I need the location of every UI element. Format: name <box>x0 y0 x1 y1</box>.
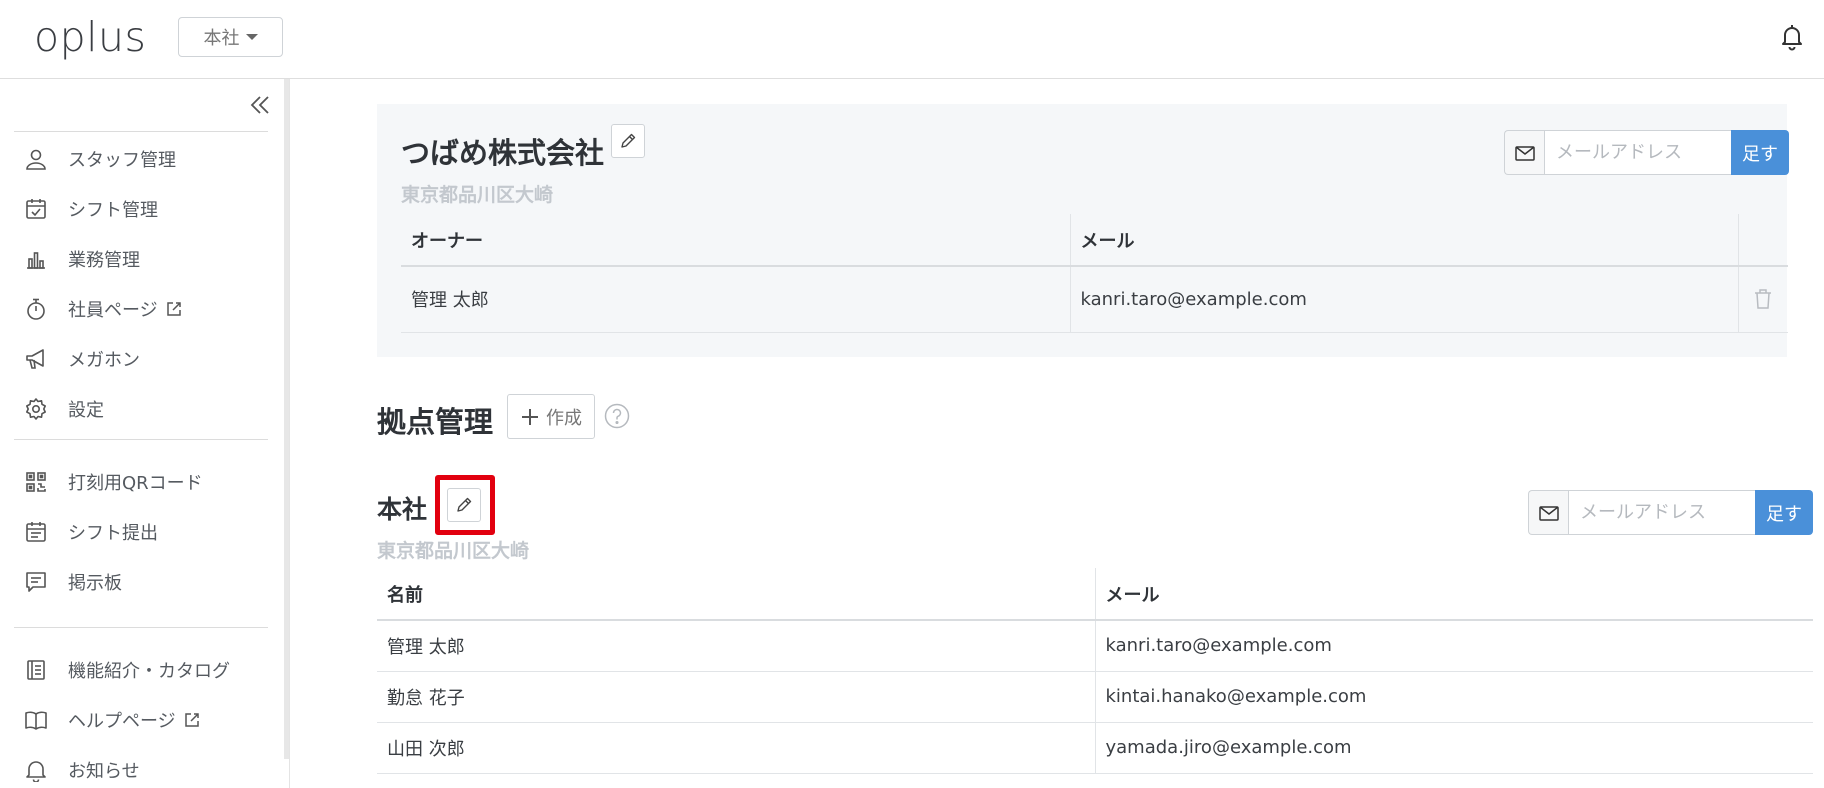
company-name: つばめ株式会社 <box>401 136 605 170</box>
sidebar-item-label: 業務管理 <box>68 250 140 271</box>
sidebar-divider <box>14 627 268 628</box>
branch-member-invite: 足す <box>1528 490 1813 535</box>
table-header-row: 名前 メール <box>377 568 1813 621</box>
company-card: つばめ株式会社 東京都品川区大崎 足す オーナー メール 管理 太郎 kanri… <box>377 104 1789 357</box>
sidebar-item-megaphone[interactable]: メガホン <box>24 344 140 374</box>
calendar-icon <box>26 522 46 542</box>
table-row: 管理 太郎 kanri.taro@example.com <box>401 266 1788 333</box>
notification-bell-icon[interactable] <box>1780 23 1804 51</box>
branch-member-table: 名前 メール 管理 太郎 kanri.taro@example.com 勤怠 花… <box>377 568 1813 774</box>
oplus-logo[interactable]: oplus <box>34 13 146 61</box>
sidebar-item-shift[interactable]: シフト管理 <box>24 194 158 224</box>
sidebar-item-help[interactable]: ヘルプページ <box>24 705 200 735</box>
member-name-cell: 勤怠 花子 <box>377 671 1095 723</box>
qr-code-icon <box>26 472 46 492</box>
external-link-icon <box>166 302 181 316</box>
branch-add-button[interactable]: 足す <box>1755 490 1813 535</box>
sidebar-item-label: シフト管理 <box>68 200 158 221</box>
table-row: 管理 太郎 kanri.taro@example.com <box>377 620 1813 672</box>
sidebar-item-shift-submit[interactable]: シフト提出 <box>24 517 158 547</box>
mail-addon <box>1504 130 1544 175</box>
bell-icon <box>26 761 46 782</box>
sidebar-item-employee-page[interactable]: 社員ページ <box>24 294 182 324</box>
highlight-box <box>435 475 495 535</box>
help-icon[interactable] <box>604 403 630 429</box>
company-add-button[interactable]: 足す <box>1731 130 1789 175</box>
branch-email-input[interactable] <box>1568 490 1755 535</box>
member-name-cell: 山田 次郎 <box>377 722 1095 774</box>
branch-name: 本社 <box>377 495 428 524</box>
sidebar-divider <box>14 439 268 440</box>
collapse-sidebar-icon[interactable] <box>248 93 272 117</box>
column-header: メール <box>1069 214 1738 267</box>
sidebar-item-label: シフト提出 <box>68 523 158 544</box>
member-name-cell: 管理 太郎 <box>377 620 1095 672</box>
pencil-icon <box>621 133 636 148</box>
gear-icon <box>26 398 46 420</box>
sidebar-item-catalog[interactable]: 機能紹介・カタログ <box>24 655 230 685</box>
book-icon <box>25 711 47 730</box>
sidebar-scrollbar[interactable] <box>284 79 289 759</box>
owner-actions-cell <box>1737 266 1788 333</box>
sidebar-item-label: メガホン <box>68 350 140 371</box>
member-email-cell: yamada.jiro@example.com <box>1094 722 1813 774</box>
envelope-icon <box>1538 505 1559 521</box>
calendar-check-icon <box>26 199 46 219</box>
message-board-icon <box>26 572 46 592</box>
column-header: オーナー <box>401 214 1070 267</box>
bar-chart-icon <box>27 252 45 269</box>
company-owner-invite: 足す <box>1504 130 1789 175</box>
sidebar-item-qr-code[interactable]: 打刻用QRコード <box>24 467 203 497</box>
caret-down-icon <box>245 34 258 40</box>
owner-name-cell: 管理 太郎 <box>401 266 1070 333</box>
edit-company-button[interactable] <box>611 124 645 158</box>
sidebar-item-label: 掲示板 <box>68 573 122 594</box>
stopwatch-icon <box>27 298 45 320</box>
sidebar-item-label: 設定 <box>68 400 104 421</box>
trash-icon[interactable] <box>1753 288 1773 310</box>
branch-select[interactable]: 本社 <box>178 17 283 57</box>
owner-table: オーナー メール 管理 太郎 kanri.taro@example.com <box>401 214 1788 333</box>
envelope-icon <box>1514 145 1535 161</box>
locations-title: 拠点管理 <box>377 405 494 439</box>
sidebar: スタッフ管理 シフト管理 業務管理 社員ページ メガホン 設定 打刻用QRコード… <box>0 79 290 788</box>
company-email-input[interactable] <box>1544 130 1731 175</box>
sidebar-item-label: ヘルプページ <box>68 711 176 732</box>
table-row: 勤怠 花子 kintai.hanako@example.com <box>377 671 1813 723</box>
branch-address: 東京都品川区大崎 <box>377 540 530 562</box>
sidebar-item-label: スタッフ管理 <box>68 150 176 171</box>
branch-select-label: 本社 <box>203 28 240 49</box>
sidebar-item-label: 機能紹介・カタログ <box>68 661 230 682</box>
member-email-cell: kanri.taro@example.com <box>1094 620 1813 672</box>
owner-email-cell: kanri.taro@example.com <box>1069 266 1738 333</box>
person-icon <box>26 149 46 170</box>
column-header: 名前 <box>377 568 1095 621</box>
plus-icon <box>522 408 538 425</box>
create-label: 作成 <box>546 407 582 429</box>
create-location-button[interactable]: 作成 <box>507 394 595 439</box>
table-row: 山田 次郎 yamada.jiro@example.com <box>377 722 1813 774</box>
sidebar-item-tasks[interactable]: 業務管理 <box>24 244 140 274</box>
catalog-icon <box>27 660 45 680</box>
sidebar-item-label: 打刻用QRコード <box>68 473 203 494</box>
company-address: 東京都品川区大崎 <box>401 184 554 206</box>
column-header-actions <box>1737 214 1788 267</box>
sidebar-item-settings[interactable]: 設定 <box>24 394 104 424</box>
sidebar-item-label: お知らせ <box>68 761 140 782</box>
mail-addon <box>1528 490 1568 535</box>
member-email-cell: kintai.hanako@example.com <box>1094 671 1813 723</box>
table-header-row: オーナー メール <box>401 214 1788 267</box>
column-header: メール <box>1094 568 1813 621</box>
external-link-icon <box>184 713 199 727</box>
top-header: oplus 本社 <box>0 0 1824 79</box>
sidebar-item-staff[interactable]: スタッフ管理 <box>24 144 176 174</box>
sidebar-item-news[interactable]: お知らせ <box>24 755 140 785</box>
sidebar-item-bulletin-board[interactable]: 掲示板 <box>24 567 122 597</box>
megaphone-icon <box>26 349 44 369</box>
sidebar-item-label: 社員ページ <box>68 300 158 321</box>
sidebar-divider <box>14 131 268 132</box>
